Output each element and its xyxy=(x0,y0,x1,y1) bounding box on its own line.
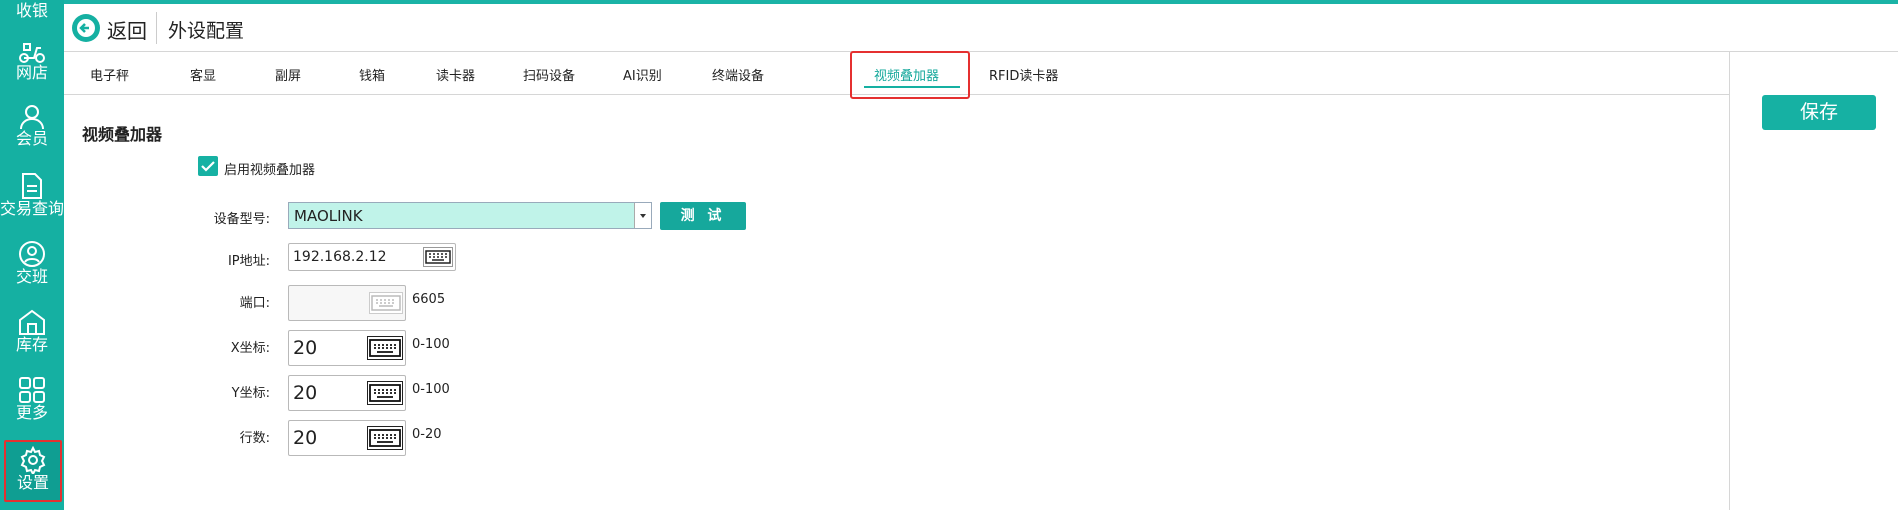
rows-value: 20 xyxy=(293,427,318,449)
x-input[interactable]: 20 xyxy=(288,330,406,366)
tab-card-reader[interactable]: 读卡器 xyxy=(436,65,475,84)
sidebar-item-label: 网店 xyxy=(15,63,48,82)
scooter-icon xyxy=(19,43,45,63)
sidebar-item-cashier[interactable]: 收银 xyxy=(0,2,64,20)
sidebar-item-label: 设置 xyxy=(16,473,49,492)
enable-checkbox[interactable] xyxy=(198,156,218,176)
shift-user-icon xyxy=(19,241,45,267)
tab-secondary-screen[interactable]: 副屏 xyxy=(275,65,301,84)
back-button[interactable]: 返回 xyxy=(107,15,147,44)
sidebar: 收银 网店 会员 交易查询 交班 库存 更多 设置 xyxy=(0,0,64,510)
sidebar-item-label: 库存 xyxy=(15,335,48,354)
warehouse-icon xyxy=(19,309,45,335)
user-icon xyxy=(20,105,44,130)
device-model-select[interactable]: MAOLINK xyxy=(288,202,652,229)
tab-ai-recognition[interactable]: AI识别 xyxy=(623,65,662,84)
y-range: 0-100 xyxy=(412,382,450,397)
page-title: 外设配置 xyxy=(168,20,245,42)
page-header: 返回 外设配置 xyxy=(64,4,1898,52)
ip-value: 192.168.2.12 xyxy=(293,249,387,265)
tab-scale[interactable]: 电子秤 xyxy=(90,65,129,84)
section-title: 视频叠加器 xyxy=(82,125,163,144)
keyboard-icon[interactable] xyxy=(367,336,403,360)
tab-bar: 电子秤 客显 副屏 钱箱 读卡器 扫码设备 AI识别 终端设备 视频叠加器 RF… xyxy=(64,51,1730,99)
x-value: 20 xyxy=(293,337,318,359)
tab-rfid-reader[interactable]: RFID读卡器 xyxy=(989,65,1058,84)
ip-input[interactable]: 192.168.2.12 xyxy=(288,243,456,271)
tab-video-overlay[interactable]: 视频叠加器 xyxy=(874,65,939,84)
device-model-label: 设备型号: xyxy=(213,212,270,227)
port-hint: 6605 xyxy=(412,292,446,307)
sidebar-item-more[interactable]: 更多 xyxy=(0,376,64,422)
keyboard-icon[interactable] xyxy=(423,247,453,267)
save-button[interactable]: 保存 xyxy=(1762,95,1876,130)
sidebar-item-label: 交班 xyxy=(15,267,48,286)
tab-customer-display[interactable]: 客显 xyxy=(190,65,216,84)
chevron-down-icon[interactable] xyxy=(634,203,651,228)
rows-label: 行数: xyxy=(239,431,270,446)
y-label: Y坐标: xyxy=(231,386,270,401)
ip-label: IP地址: xyxy=(227,254,270,269)
rows-range: 0-20 xyxy=(412,427,442,442)
sidebar-item-label: 收银 xyxy=(15,1,48,20)
keyboard-icon[interactable] xyxy=(367,381,403,405)
x-range: 0-100 xyxy=(412,337,450,352)
sidebar-item-online-store[interactable]: 网店 xyxy=(0,38,64,82)
sidebar-item-member[interactable]: 会员 xyxy=(0,104,64,148)
y-value: 20 xyxy=(293,382,318,404)
test-button[interactable]: 测 试 xyxy=(660,202,746,230)
port-input[interactable] xyxy=(288,285,406,321)
document-icon xyxy=(22,173,42,199)
y-input[interactable]: 20 xyxy=(288,375,406,411)
sidebar-item-settings[interactable]: 设置 xyxy=(4,440,62,502)
sidebar-item-inventory[interactable]: 库存 xyxy=(0,308,64,354)
enable-label: 启用视频叠加器 xyxy=(224,163,316,178)
sidebar-item-label: 更多 xyxy=(15,403,48,422)
tab-terminal[interactable]: 终端设备 xyxy=(712,65,764,84)
sidebar-item-label: 会员 xyxy=(15,129,48,148)
tab-cash-drawer[interactable]: 钱箱 xyxy=(359,65,385,84)
panel-divider xyxy=(1729,52,1730,510)
tab-scanner[interactable]: 扫码设备 xyxy=(523,65,575,84)
x-label: X坐标: xyxy=(230,341,270,356)
keyboard-icon[interactable] xyxy=(367,426,403,450)
active-tab-underline xyxy=(864,86,960,88)
sidebar-item-label: 交易查询 xyxy=(0,199,65,218)
header-divider xyxy=(156,12,157,44)
check-icon xyxy=(201,161,215,172)
grid-icon xyxy=(19,377,45,403)
sidebar-item-shift[interactable]: 交班 xyxy=(0,240,64,286)
sidebar-item-transactions[interactable]: 交易查询 xyxy=(0,172,64,218)
port-label: 端口: xyxy=(239,296,270,311)
back-icon[interactable] xyxy=(72,14,100,42)
keyboard-icon xyxy=(369,292,403,314)
device-model-value: MAOLINK xyxy=(294,207,363,225)
gear-icon xyxy=(20,446,46,474)
rows-input[interactable]: 20 xyxy=(288,420,406,456)
